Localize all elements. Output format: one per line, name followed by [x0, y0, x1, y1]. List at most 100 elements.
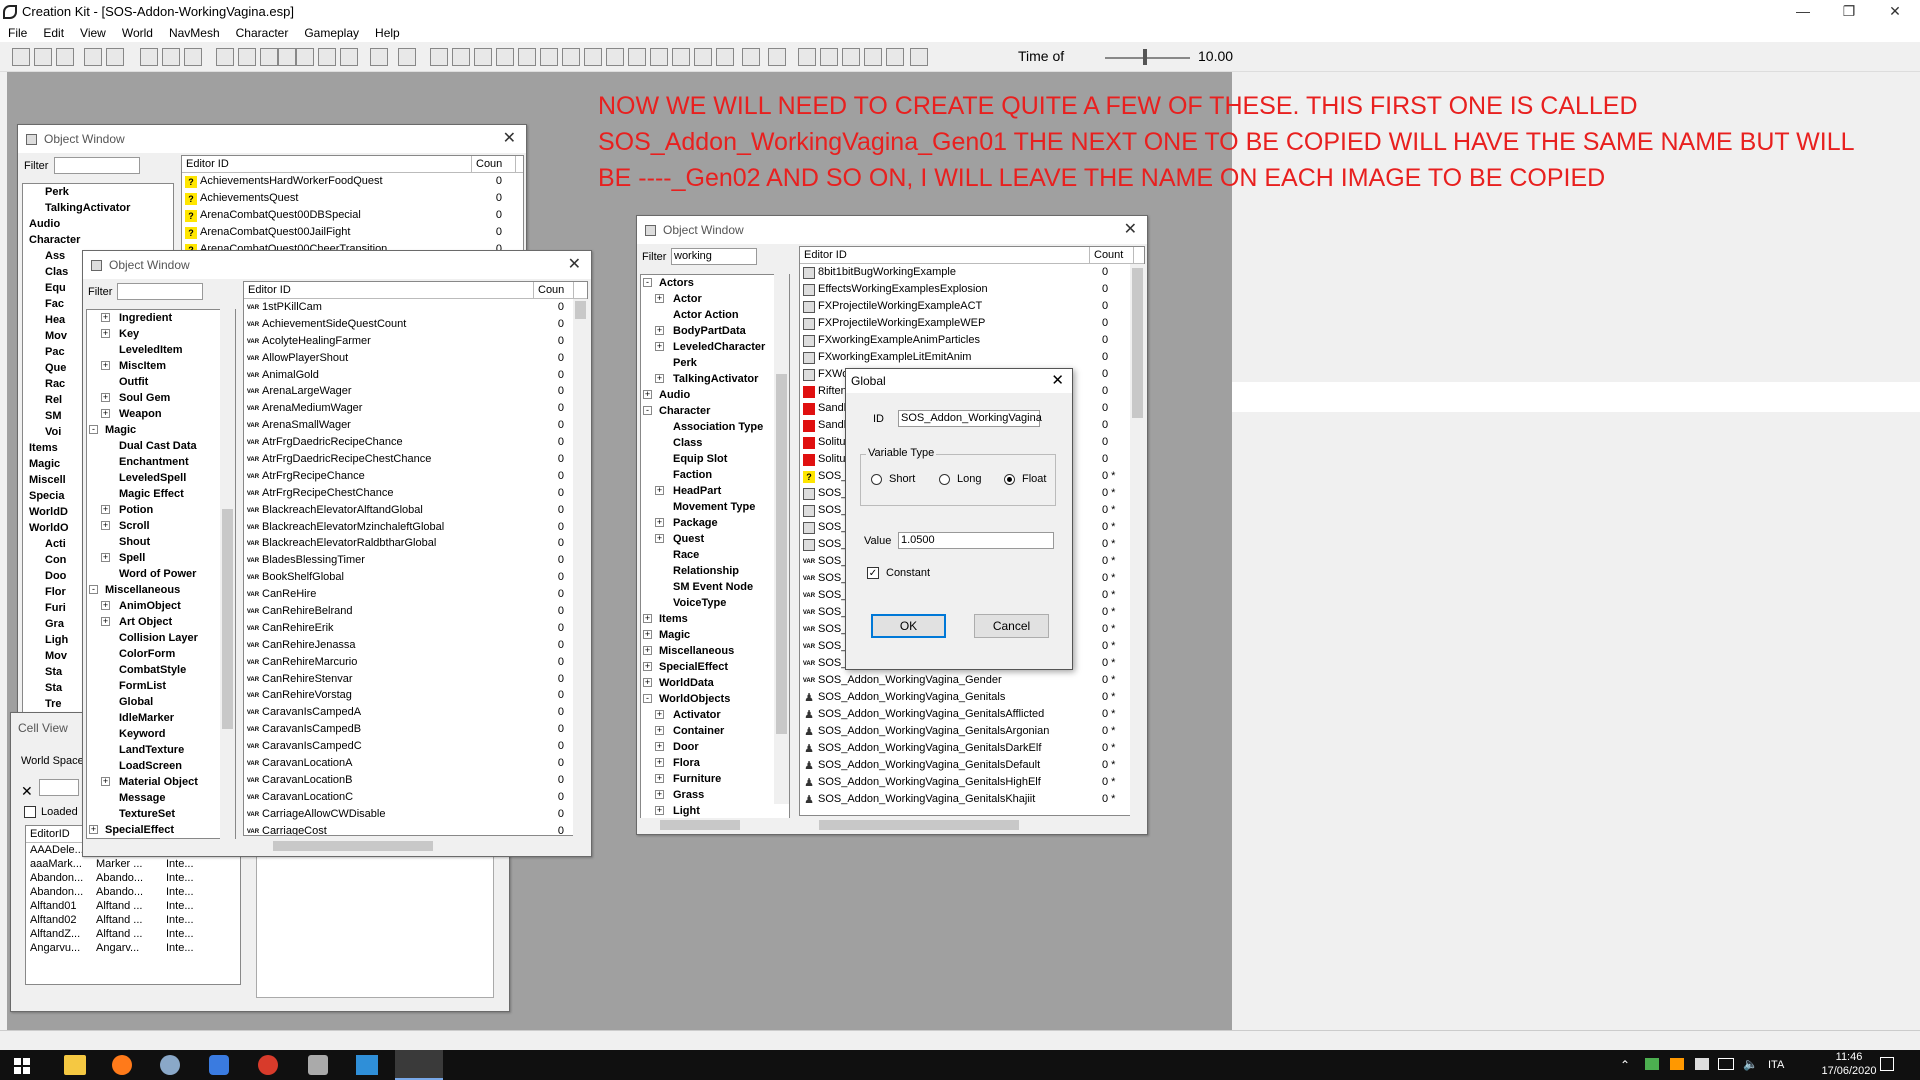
list-item[interactable]: FXProjectileWorkingExampleACT 0: [800, 298, 1144, 315]
tree-item[interactable]: Association Type: [641, 419, 789, 435]
list-item[interactable]: VAR ArenaMediumWager 0: [244, 400, 587, 417]
list-item[interactable]: VAR CanRehireVorstag 0: [244, 687, 587, 704]
list-item[interactable]: ♟ SOS_Addon_WorkingVagina_GenitalsHighElf…: [800, 774, 1144, 791]
list-item[interactable]: VAR BlackreachElevatorMzinchaleftGlobal 0: [244, 519, 587, 536]
menu-help[interactable]: Help: [367, 24, 408, 42]
list-item[interactable]: ♟ SOS_Addon_WorkingVagina_GenitalsKhajiit…: [800, 791, 1144, 808]
toolbar-tool-icon-30[interactable]: [694, 48, 712, 66]
app-icon-5[interactable]: [356, 1055, 378, 1075]
tree-item[interactable]: LeveledSpell: [87, 470, 235, 486]
toolbar-tool-icon-6[interactable]: [140, 48, 158, 66]
tree-item[interactable]: + Spell: [87, 550, 235, 566]
loaded-checkbox[interactable]: [24, 806, 36, 818]
expand-icon[interactable]: +: [655, 790, 664, 799]
expand-icon[interactable]: +: [101, 361, 110, 370]
app-icon-4[interactable]: [308, 1055, 328, 1075]
toolbar-tool-icon-8[interactable]: [184, 48, 202, 66]
menu-file[interactable]: File: [0, 24, 35, 42]
tree-item[interactable]: + Key: [87, 326, 235, 342]
list-item[interactable]: VAR CanRehireStenvar 0: [244, 671, 587, 688]
table-row[interactable]: aaaMark... Marker ... Inte...: [26, 857, 240, 871]
table-row[interactable]: Alftand01 Alftand ... Inte...: [26, 899, 240, 913]
tree-item[interactable]: Perk: [641, 355, 789, 371]
close-icon[interactable]: ✕: [568, 251, 581, 279]
tree-item[interactable]: ColorForm: [87, 646, 235, 662]
firefox-icon[interactable]: [112, 1055, 132, 1075]
tree-item[interactable]: LoadScreen: [87, 758, 235, 774]
table-row[interactable]: Angarvu... Angarv... Inte...: [26, 941, 240, 955]
expand-icon[interactable]: +: [101, 329, 110, 338]
tree-item[interactable]: - Miscellaneous: [87, 582, 235, 598]
toolbar-tool-icon-27[interactable]: [628, 48, 646, 66]
toolbar-tool-icon-12[interactable]: [278, 48, 296, 66]
tree-item[interactable]: + Audio: [641, 387, 789, 403]
toolbar-tool-icon-3[interactable]: [56, 48, 74, 66]
expand-icon[interactable]: +: [643, 390, 652, 399]
expand-icon[interactable]: +: [643, 678, 652, 687]
expand-icon[interactable]: +: [643, 614, 652, 623]
filter-input[interactable]: [117, 283, 203, 300]
toolbar-tool-icon-19[interactable]: [452, 48, 470, 66]
tree-item[interactable]: + SpecialEffect: [641, 659, 789, 675]
toolbar-tool-icon-4[interactable]: [84, 48, 102, 66]
list-item[interactable]: VAR BladesBlessingTimer 0: [244, 552, 587, 569]
toolbar-tool-icon-13[interactable]: [296, 48, 314, 66]
tree-item[interactable]: Enchantment: [87, 454, 235, 470]
tree-item[interactable]: Audio: [23, 216, 173, 232]
tree-item[interactable]: + Package: [641, 515, 789, 531]
toolbar-tool-icon-15[interactable]: [340, 48, 358, 66]
menu-edit[interactable]: Edit: [35, 24, 72, 42]
list-item[interactable]: VAR CaravanIsCampedA 0: [244, 704, 587, 721]
toolbar-tool-icon-39[interactable]: [910, 48, 928, 66]
filter-input[interactable]: [54, 157, 140, 174]
tree-item[interactable]: Outfit: [87, 374, 235, 390]
menu-character[interactable]: Character: [228, 24, 297, 42]
tree-item[interactable]: + Furniture: [641, 771, 789, 787]
tree-item[interactable]: Class: [641, 435, 789, 451]
close-icon[interactable]: ✕: [1124, 216, 1137, 244]
tree-item[interactable]: + MiscItem: [87, 358, 235, 374]
toolbar-tool-icon-29[interactable]: [672, 48, 690, 66]
tree-item[interactable]: + Quest: [641, 531, 789, 547]
tree-item[interactable]: + HeadPart: [641, 483, 789, 499]
chevron-up-icon[interactable]: ⌃: [1620, 1058, 1630, 1072]
toolbar-tool-icon-5[interactable]: [106, 48, 124, 66]
tree-item[interactable]: CombatStyle: [87, 662, 235, 678]
table-row[interactable]: Alftand02 Alftand ... Inte...: [26, 913, 240, 927]
list-hscrollbar[interactable]: [799, 818, 1129, 832]
language-indicator[interactable]: ITA: [1768, 1059, 1784, 1071]
tree-item[interactable]: Collision Layer: [87, 630, 235, 646]
expand-icon[interactable]: +: [655, 518, 664, 527]
toolbar-tool-icon-2[interactable]: [34, 48, 52, 66]
list-item[interactable]: VAR CanRehireJenassa 0: [244, 637, 587, 654]
tray-icon-2[interactable]: [1670, 1058, 1684, 1070]
toolbar-tool-icon-36[interactable]: [842, 48, 860, 66]
tree-item[interactable]: Magic Effect: [87, 486, 235, 502]
tree-item[interactable]: + Potion: [87, 502, 235, 518]
collapse-icon[interactable]: -: [643, 278, 652, 287]
toolbar-tool-icon-32[interactable]: [742, 48, 760, 66]
expand-icon[interactable]: +: [655, 294, 664, 303]
toolbar-tool-icon-21[interactable]: [496, 48, 514, 66]
toolbar-tool-icon-35[interactable]: [820, 48, 838, 66]
toolbar-tool-icon-17[interactable]: [398, 48, 416, 66]
close-icon[interactable]: ✕: [1051, 369, 1064, 393]
list-scrollbar[interactable]: [1130, 264, 1145, 819]
tree-item[interactable]: FormList: [87, 678, 235, 694]
toolbar-tool-icon-9[interactable]: [216, 48, 234, 66]
expand-icon[interactable]: +: [643, 662, 652, 671]
toolbar-tool-icon-34[interactable]: [798, 48, 816, 66]
toolbar-tool-icon-11[interactable]: [260, 48, 278, 66]
tree-item[interactable]: + Weapon: [87, 406, 235, 422]
tree-item[interactable]: Character: [23, 232, 173, 248]
list-item[interactable]: VAR CaravanIsCampedB 0: [244, 721, 587, 738]
expand-icon[interactable]: +: [101, 505, 110, 514]
constant-checkbox[interactable]: ✓: [867, 567, 879, 579]
tree-item[interactable]: Race: [641, 547, 789, 563]
tree-item[interactable]: + TalkingActivator: [641, 371, 789, 387]
tree-item[interactable]: SM Event Node: [641, 579, 789, 595]
toolbar-tool-icon-31[interactable]: [716, 48, 734, 66]
list-item[interactable]: VAR CaravanLocationC 0: [244, 789, 587, 806]
tree-item[interactable]: + AnimObject: [87, 598, 235, 614]
expand-icon[interactable]: +: [89, 825, 98, 834]
